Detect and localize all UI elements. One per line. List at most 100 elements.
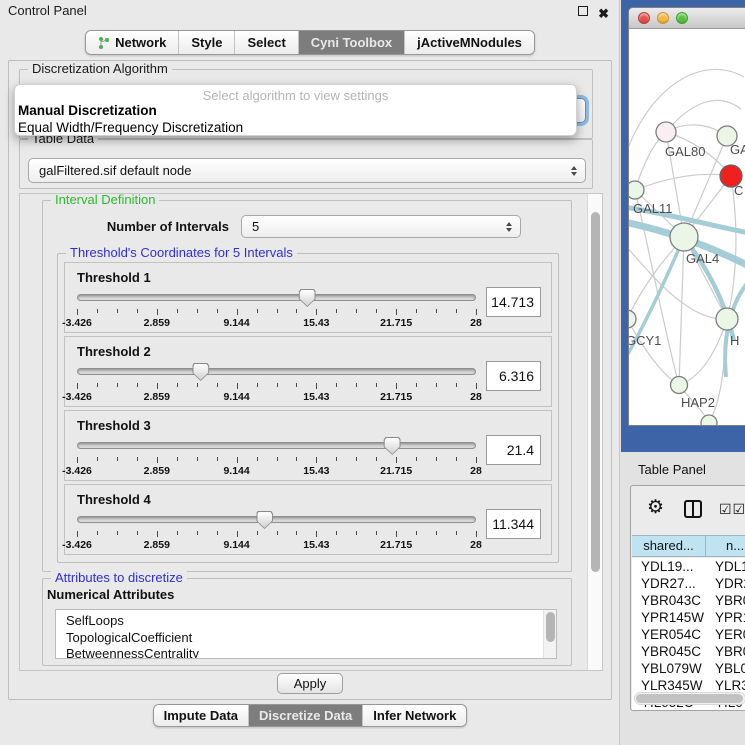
threshold-slider[interactable]: -3.4262.8599.14415.4321.71528 — [77, 511, 476, 555]
attributes-group: Attributes to discretize Numerical Attri… — [42, 578, 572, 666]
tab-label: Impute Data — [164, 708, 238, 723]
threshold-slider[interactable]: -3.4262.8599.14415.4321.71528 — [77, 363, 476, 407]
threshold-slider[interactable]: -3.4262.8599.14415.4321.71528 — [77, 437, 476, 481]
table-row[interactable]: YER054CYER0 — [632, 626, 745, 643]
table-panel-title: Table Panel — [621, 452, 745, 477]
popup-option-manual-discretization[interactable]: Manual Discretization — [15, 103, 576, 120]
column-header-shared[interactable]: shared... — [632, 536, 706, 556]
slider-thumb[interactable] — [256, 511, 273, 529]
slider-tick — [456, 531, 457, 535]
attribute-list-item[interactable]: BetweennessCentrality — [66, 646, 556, 659]
slider-tick — [316, 309, 317, 315]
thresholds-group-title: Threshold's Coordinates for 5 Intervals — [66, 245, 297, 261]
slider-tick — [197, 383, 198, 387]
threshold-value-field[interactable]: 14.713 — [486, 287, 541, 317]
threshold-value-field[interactable]: 21.4 — [486, 435, 541, 465]
popup-option-equal-width-frequency[interactable]: Equal Width/Frequency Discretization — [15, 120, 576, 137]
slider-track[interactable] — [77, 368, 476, 375]
table-row[interactable]: YBR045CYBR0 — [632, 643, 745, 660]
tab-label: jActiveMNodules — [417, 35, 522, 50]
slider-track[interactable] — [77, 442, 476, 449]
slider-tick-label: 21.715 — [380, 391, 412, 403]
tab-label: Select — [247, 35, 285, 50]
slider-tick — [416, 531, 417, 535]
slider-tick-label: 15.43 — [303, 539, 329, 551]
table-data-group: Table Data galFiltered.sif default node — [19, 139, 593, 189]
slider-tick-label: 9.144 — [223, 465, 249, 477]
horizontal-scrollbar[interactable] — [634, 692, 745, 705]
network-canvas[interactable]: GAL80 GA C GAL11 GAL4 GCY1 H HAP2 — [629, 29, 745, 425]
slider-tick — [436, 531, 437, 535]
float-window-icon[interactable] — [578, 6, 588, 16]
node-bottom[interactable] — [701, 415, 717, 425]
network-window-titlebar[interactable] — [629, 8, 745, 29]
tab-infer-network[interactable]: Infer Network — [362, 705, 466, 726]
table-row[interactable]: YDR27...YDR2 — [632, 575, 745, 592]
network-window: GAL80 GA C GAL11 GAL4 GCY1 H HAP2 — [621, 0, 745, 452]
number-of-intervals-combo[interactable]: 5 — [241, 215, 521, 238]
slider-tick — [117, 457, 118, 461]
slider-tick — [476, 383, 477, 389]
attribute-list-item[interactable]: SelfLoops — [66, 613, 556, 630]
minimize-traffic-light-icon[interactable] — [657, 12, 669, 24]
column-header-name[interactable]: n... — [706, 536, 745, 556]
slider-tick — [237, 309, 238, 315]
tab-select[interactable]: Select — [234, 31, 297, 54]
split-columns-icon[interactable] — [684, 500, 702, 518]
slider-tick — [277, 457, 278, 461]
slider-tick-label: 2.859 — [144, 317, 170, 329]
node-gal4[interactable] — [670, 223, 698, 251]
threshold-slider[interactable]: -3.4262.8599.14415.4321.71528 — [77, 289, 476, 333]
numerical-attributes-list[interactable]: SelfLoopsTopologicalCoefficientBetweenne… — [55, 609, 557, 659]
tab-cyni-toolbox[interactable]: Cyni Toolbox — [298, 31, 404, 54]
table-row[interactable]: YBL079WYBL0 — [632, 660, 745, 677]
slider-tick — [157, 531, 158, 537]
slider-tick — [97, 383, 98, 387]
slider-tick-label: 15.43 — [303, 465, 329, 477]
window-title: Control Panel — [8, 3, 87, 18]
attributes-scrollbar[interactable] — [543, 610, 556, 658]
table-cell-shared-name: YDR27... — [632, 575, 706, 592]
slider-tick — [296, 383, 297, 387]
slider-tick — [436, 457, 437, 461]
slider-tick — [396, 309, 397, 315]
apply-button[interactable]: Apply — [277, 673, 343, 694]
table-row[interactable]: YPR145WYPR1 — [632, 609, 745, 626]
slider-thumb[interactable] — [384, 437, 401, 455]
tab-network[interactable]: Network — [86, 31, 178, 54]
select-columns-icon[interactable]: ☑☑ — [719, 501, 745, 518]
vertical-scrollbar[interactable] — [587, 194, 602, 670]
node-h[interactable] — [716, 308, 738, 330]
close-traffic-light-icon[interactable] — [638, 12, 650, 24]
zoom-traffic-light-icon[interactable] — [676, 12, 688, 24]
tab-impute-data[interactable]: Impute Data — [154, 705, 248, 726]
table-data-combo[interactable]: galFiltered.sif default node — [28, 158, 586, 183]
table-data-combo-value: galFiltered.sif default node — [39, 163, 191, 178]
slider-track[interactable] — [77, 294, 476, 301]
threshold-value-field[interactable]: 11.344 — [486, 509, 541, 539]
node-gcy1[interactable] — [629, 310, 636, 328]
attribute-list-item[interactable]: TopologicalCoefficient — [66, 630, 556, 647]
slider-track[interactable] — [77, 516, 476, 523]
slider-tick-label: 9.144 — [223, 539, 249, 551]
table-row[interactable]: YBR043CYBR0 — [632, 592, 745, 609]
slider-tick — [217, 383, 218, 387]
slider-thumb[interactable] — [192, 363, 209, 381]
slider-thumb[interactable] — [299, 289, 316, 307]
tab-style[interactable]: Style — [178, 31, 234, 54]
slider-tick — [376, 531, 377, 535]
table-cell-shared-name: YPR145W — [632, 609, 706, 626]
slider-tick — [237, 457, 238, 463]
node-gal80[interactable] — [656, 122, 676, 142]
attributes-group-title: Attributes to discretize — [51, 570, 187, 586]
node-hap2[interactable] — [671, 377, 688, 394]
tab-discretize-data[interactable]: Discretize Data — [248, 705, 362, 726]
close-icon[interactable]: ✖ — [598, 3, 609, 25]
table-row[interactable]: YDL19...YDL1 — [632, 558, 745, 575]
slider-tick — [396, 383, 397, 389]
gear-icon[interactable]: ⚙ — [647, 496, 664, 519]
threshold-value-field[interactable]: 6.316 — [486, 361, 541, 391]
slider-tick-label: 21.715 — [380, 317, 412, 329]
node-gal11[interactable] — [629, 181, 644, 199]
tab-jactivemnodules[interactable]: jActiveMNodules — [404, 31, 534, 54]
